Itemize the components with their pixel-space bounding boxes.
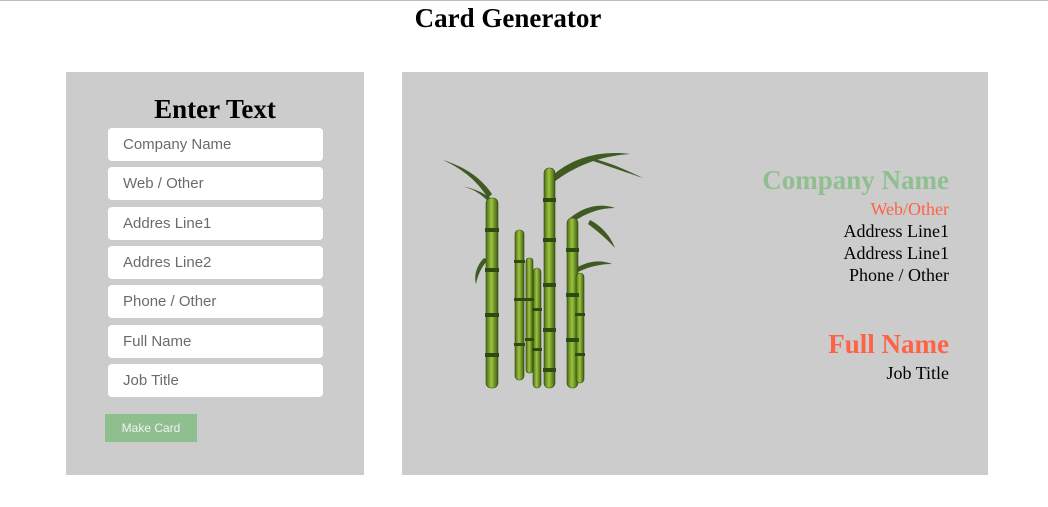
card-web-other: Web/Other — [870, 199, 949, 219]
business-card-preview: Company Name Web/Other Address Line1 Add… — [402, 72, 988, 475]
page-title: Card Generator — [414, 3, 602, 33]
bamboo-image — [443, 153, 643, 389]
web-other-input[interactable] — [108, 167, 323, 200]
card-job-title: Job Title — [886, 363, 949, 383]
top-divider — [0, 0, 1048, 1]
card-phone-other: Phone / Other — [849, 265, 949, 285]
address-line2-input[interactable] — [108, 246, 323, 279]
form-panel: Enter Text Make Card — [66, 72, 364, 475]
form-heading: Enter Text — [154, 94, 276, 124]
company-name-input[interactable] — [108, 128, 323, 161]
card-company-name: Company Name — [762, 165, 949, 195]
full-name-input[interactable] — [108, 325, 323, 358]
job-title-input[interactable] — [108, 364, 323, 397]
phone-other-input[interactable] — [108, 285, 323, 318]
card-address-line2: Address Line1 — [843, 243, 949, 263]
card-address-line1: Address Line1 — [843, 221, 949, 241]
address-line1-input[interactable] — [108, 207, 323, 240]
card-full-name: Full Name — [828, 329, 949, 359]
make-card-button[interactable]: Make Card — [105, 414, 197, 442]
